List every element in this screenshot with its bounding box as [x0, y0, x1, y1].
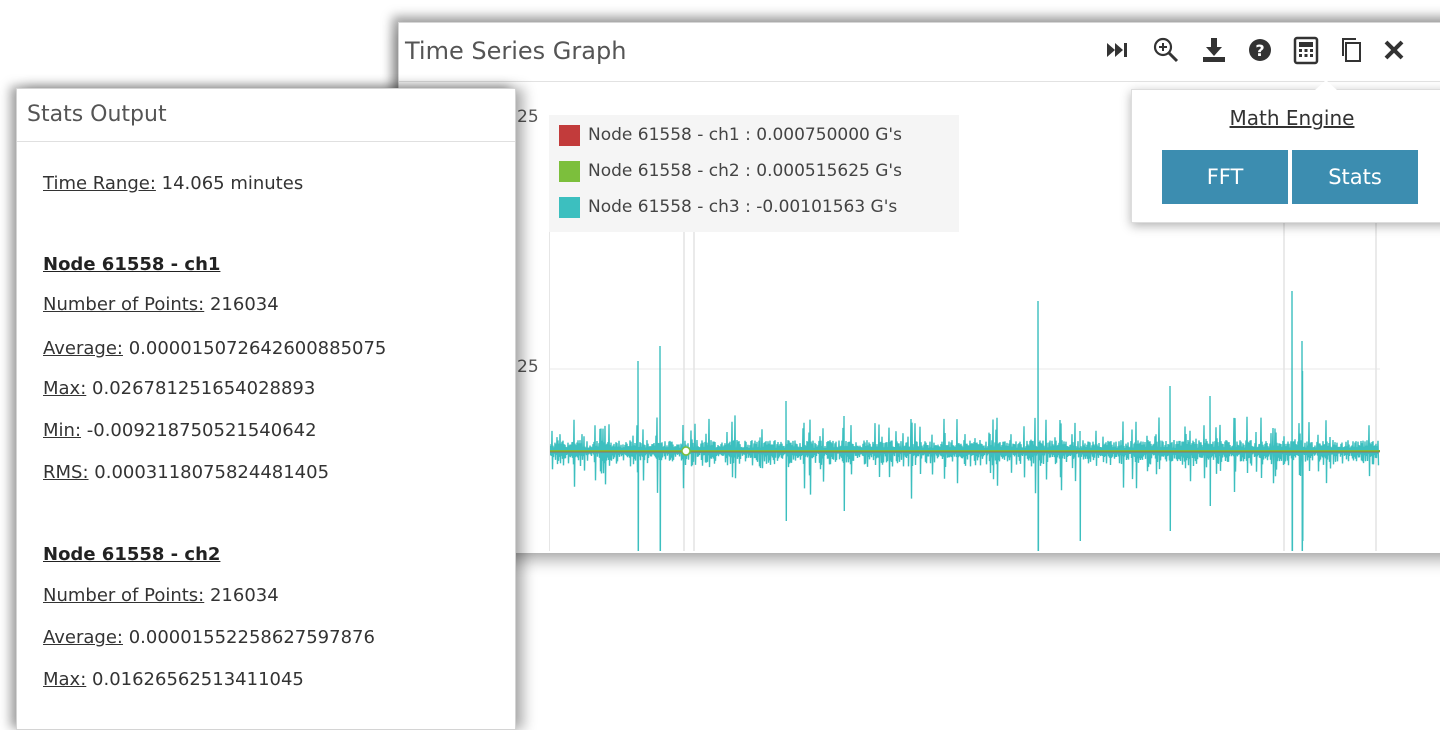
download-icon[interactable]: [1199, 35, 1229, 65]
fft-button[interactable]: FFT: [1162, 150, 1288, 204]
help-icon[interactable]: ?: [1245, 35, 1275, 65]
stat-row: Number of Points: 216034: [43, 294, 279, 315]
popup-arrow: [1315, 80, 1337, 90]
legend-item-ch2[interactable]: Node 61558 - ch2 : 0.000515625 G's: [559, 159, 902, 183]
zoom-in-icon[interactable]: [1151, 35, 1181, 65]
node-heading: Node 61558 - ch1: [43, 254, 221, 275]
hover-marker: [681, 446, 691, 456]
stat-row: Average: 0.000015072642600885075: [43, 338, 386, 359]
stat-value: -0.009218750521540642: [86, 420, 317, 441]
math-engine-popup: Math Engine FFT Stats: [1131, 80, 1440, 223]
stats-button[interactable]: Stats: [1292, 150, 1418, 204]
time-range-value: 14.065 minutes: [161, 173, 304, 194]
stat-row: Max: 0.01626562513411045: [43, 669, 304, 690]
legend-label: Node 61558 - ch2 : 0.000515625 G's: [588, 161, 902, 181]
svg-text:?: ?: [1255, 41, 1264, 60]
time-range-label: Time Range:: [43, 173, 156, 194]
legend-label: Node 61558 - ch1 : 0.000750000 G's: [588, 125, 902, 145]
time-range-row: Time Range: 14.065 minutes: [43, 173, 303, 194]
stat-value: 216034: [209, 585, 279, 606]
time-series-graph-window: Time Series Graph ? 25 25 Node 61558 - c…: [398, 22, 1440, 553]
calculator-icon[interactable]: [1291, 35, 1321, 65]
chart-legend: Node 61558 - ch1 : 0.000750000 G's Node …: [549, 115, 959, 232]
stat-label: Average:: [43, 627, 123, 648]
graph-title: Time Series Graph: [405, 37, 627, 65]
y-tick-label: 25: [517, 107, 539, 127]
graph-header: Time Series Graph ?: [399, 23, 1440, 82]
stat-row: Min: -0.009218750521540642: [43, 420, 317, 441]
legend-label: Node 61558 - ch3 : -0.00101563 G's: [588, 197, 898, 217]
legend-swatch: [559, 196, 580, 218]
stat-label: Min:: [43, 420, 82, 441]
math-engine-title: Math Engine: [1229, 106, 1355, 130]
stat-label: Number of Points:: [43, 294, 205, 315]
stat-value: 0.000015072642600885075: [128, 338, 387, 359]
legend-item-ch3[interactable]: Node 61558 - ch3 : -0.00101563 G's: [559, 195, 897, 219]
stat-row: RMS: 0.0003118075824481405: [43, 462, 329, 483]
stats-header: Stats Output: [17, 89, 515, 142]
stat-label: Max:: [43, 378, 87, 399]
skip-end-icon[interactable]: [1103, 35, 1133, 65]
legend-item-ch1[interactable]: Node 61558 - ch1 : 0.000750000 G's: [559, 123, 902, 147]
stat-value: 0.0003118075824481405: [94, 462, 330, 483]
node-heading: Node 61558 - ch2: [43, 544, 221, 565]
stat-label: Average:: [43, 338, 123, 359]
series-ch3-line: [550, 290, 1380, 551]
stat-value: 0.01626562513411045: [92, 669, 304, 690]
stat-value: 0.00001552258627597876: [128, 627, 375, 648]
stat-label: Number of Points:: [43, 585, 205, 606]
stat-label: Max:: [43, 669, 87, 690]
stat-label: RMS:: [43, 462, 89, 483]
y-tick-label: 25: [517, 357, 539, 377]
stats-output-window: Stats Output Time Range: 14.065 minutes …: [16, 88, 516, 730]
stat-row: Number of Points: 216034: [43, 585, 279, 606]
copy-icon[interactable]: [1337, 35, 1367, 65]
legend-swatch: [559, 160, 580, 182]
stat-value: 216034: [209, 294, 279, 315]
stat-value: 0.026781251654028893: [92, 378, 316, 399]
legend-swatch: [559, 124, 580, 146]
stat-row: Average: 0.00001552258627597876: [43, 627, 375, 648]
stat-row: Max: 0.026781251654028893: [43, 378, 315, 399]
stats-title: Stats Output: [27, 102, 167, 127]
close-icon[interactable]: [1379, 35, 1409, 65]
